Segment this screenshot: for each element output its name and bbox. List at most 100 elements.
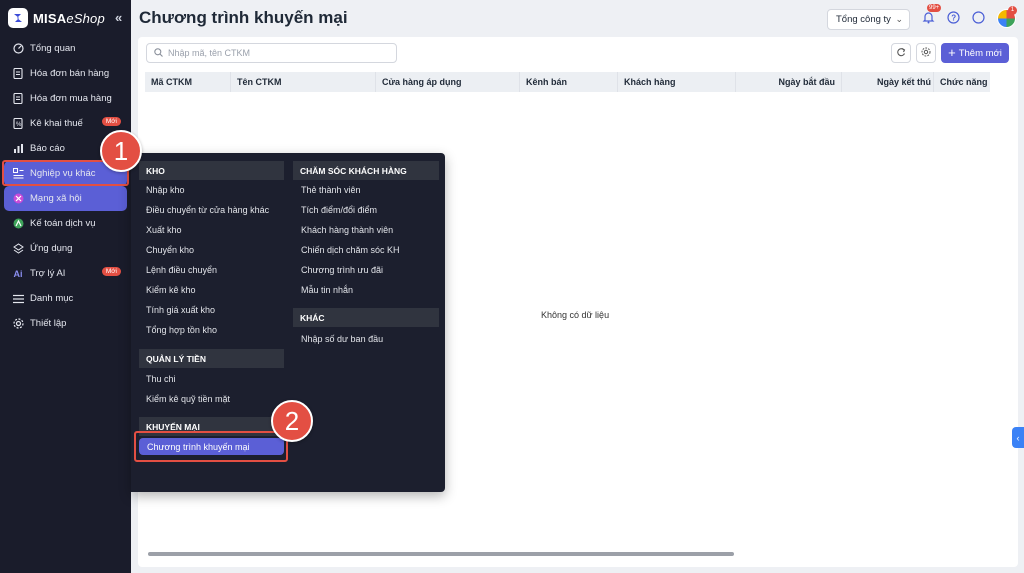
- sidebar-item-label: Trợ lý AI: [30, 268, 66, 279]
- horizontal-scrollbar[interactable]: [148, 552, 734, 556]
- help-icon[interactable]: ?: [946, 10, 960, 24]
- misa-logo-icon: [8, 8, 28, 28]
- sidebar-item-hoa-don-mua-hang[interactable]: Hóa đơn mua hàng: [4, 86, 127, 111]
- svg-text:%: %: [16, 122, 22, 128]
- menu-item-thu-chi[interactable]: Thu chi: [146, 370, 176, 388]
- sidebar-item-ke-khai-thue[interactable]: % Kê khai thuế Mới: [4, 111, 127, 136]
- apps-icon: [12, 243, 24, 255]
- menu-item-nhap-so-du[interactable]: Nhập số dư ban đầu: [301, 330, 383, 348]
- logo-brand: MISA: [33, 10, 67, 26]
- accounting-icon: [12, 218, 24, 230]
- sidebar-item-label: Ứng dụng: [30, 243, 73, 254]
- settings-icon: [12, 318, 24, 330]
- column-header[interactable]: Khách hàng: [618, 72, 736, 92]
- search-box[interactable]: [146, 43, 397, 63]
- app-logo[interactable]: MISAeShop: [8, 8, 105, 28]
- menu-item-chuong-trinh-uu-dai[interactable]: Chương trình ưu đãi: [301, 261, 383, 279]
- column-header[interactable]: Ngày bắt đầu: [736, 72, 842, 92]
- sidebar-nav: Tổng quan Hóa đơn bán hàng Hóa đơn mua h…: [4, 36, 127, 336]
- menu-item-kiem-ke-kho[interactable]: Kiểm kê kho: [146, 281, 196, 299]
- menu-item-mau-tin-nhan[interactable]: Mẫu tin nhắn: [301, 281, 353, 299]
- step-1-callout: 1: [100, 130, 142, 172]
- chevron-down-icon: ⌄: [895, 14, 903, 24]
- sidebar-item-label: Tổng quan: [30, 43, 76, 54]
- step-2-callout: 2: [271, 400, 313, 442]
- sidebar-item-ung-dung[interactable]: Ứng dụng: [4, 236, 127, 261]
- collapse-sidebar-icon[interactable]: «: [115, 10, 122, 25]
- topbar: Chương trình khuyến mại Tổng công ty ⌄ 9…: [131, 0, 1024, 36]
- menu-item-dieu-chuyen[interactable]: Điều chuyển từ cửa hàng khác: [146, 201, 269, 219]
- menu-item-the-thanh-vien[interactable]: Thẻ thành viên: [301, 181, 361, 199]
- menu-item-khach-hang-thanh-vien[interactable]: Khách hàng thành viên: [301, 221, 393, 239]
- company-select[interactable]: Tổng công ty ⌄: [827, 9, 910, 30]
- sidebar-item-label: Hóa đơn bán hàng: [30, 68, 110, 79]
- menu-item-tich-diem[interactable]: Tích điểm/đổi điểm: [301, 201, 377, 219]
- sidebar-item-label: Hóa đơn mua hàng: [30, 93, 112, 104]
- menu-item-lenh-dieu-chuyen[interactable]: Lệnh điều chuyển: [146, 261, 217, 279]
- menu-item-nhap-kho[interactable]: Nhập kho: [146, 181, 185, 199]
- new-badge: Mới: [101, 117, 121, 126]
- sidebar-item-hoa-don-ban-hang[interactable]: Hóa đơn bán hàng: [4, 61, 127, 86]
- company-select-value: Tổng công ty: [836, 14, 891, 25]
- sidebar-item-label: Thiết lập: [30, 318, 67, 329]
- purchase-invoice-icon: [12, 93, 24, 105]
- search-input[interactable]: [168, 48, 388, 58]
- sidebar-item-mang-xa-hoi[interactable]: Mạng xã hội: [4, 186, 127, 211]
- sidebar-item-danh-muc[interactable]: Danh mục: [4, 286, 127, 311]
- notification-count-badge: 99+: [927, 4, 942, 12]
- dashboard-icon: [12, 43, 24, 55]
- menu-item-tong-hop-ton-kho[interactable]: Tổng hợp tồn kho: [146, 321, 217, 339]
- menu-section-quan-ly-tien: QUẢN LÝ TIỀN: [139, 349, 284, 368]
- plus-icon: +: [948, 45, 956, 60]
- menu-item-chuyen-kho[interactable]: Chuyển kho: [146, 241, 194, 259]
- svg-text:?: ?: [951, 13, 956, 22]
- sidebar-item-label: Mạng xã hội: [30, 193, 82, 204]
- invoice-icon: [12, 68, 24, 80]
- sidebar-item-ke-toan-dich-vu[interactable]: Kế toán dịch vụ: [4, 211, 127, 236]
- menu-section-khac: KHÁC: [293, 308, 439, 327]
- sidebar-item-label: Kế toán dịch vụ: [30, 218, 96, 229]
- sidebar-item-tong-quan[interactable]: Tổng quan: [4, 36, 127, 61]
- column-header[interactable]: Cửa hàng áp dụng: [376, 72, 520, 92]
- page-title: Chương trình khuyến mại: [139, 8, 348, 27]
- empty-state-text: Không có dữ liệu: [541, 310, 610, 320]
- sidebar-item-tro-ly-ai[interactable]: Ai Trợ lý AI Mới: [4, 261, 127, 286]
- menu-item-kiem-ke-quy[interactable]: Kiểm kê quỹ tiền mặt: [146, 390, 230, 408]
- refresh-icon: [896, 44, 906, 62]
- ai-icon: Ai: [13, 268, 23, 279]
- column-header[interactable]: Kênh bán: [520, 72, 618, 92]
- add-new-button[interactable]: + Thêm mới: [941, 43, 1009, 63]
- menu-item-xuat-kho[interactable]: Xuất kho: [146, 221, 182, 239]
- search-icon: [154, 44, 163, 62]
- table-header: Mã CTKM Tên CTKM Cửa hàng áp dụng Kênh b…: [145, 72, 990, 92]
- settings-button[interactable]: [916, 43, 936, 63]
- menu-item-tinh-gia-xuat-kho[interactable]: Tính giá xuất kho: [146, 301, 215, 319]
- sidebar-item-thiet-lap[interactable]: Thiết lập: [4, 311, 127, 336]
- column-header[interactable]: Chức năng: [934, 72, 990, 92]
- column-header[interactable]: Mã CTKM: [145, 72, 231, 92]
- sidebar: MISAeShop « Tổng quan Hóa đơn bán hàng H…: [0, 0, 131, 573]
- menu-section-kho: KHO: [139, 161, 284, 180]
- column-header[interactable]: Tên CTKM: [231, 72, 376, 92]
- menu-section-cham-soc-khach-hang: CHĂM SÓC KHÁCH HÀNG: [293, 161, 439, 180]
- gear-icon: [921, 44, 931, 62]
- add-new-label: Thêm mới: [958, 47, 1002, 59]
- list-icon: [12, 293, 24, 305]
- sidebar-item-label: Kê khai thuế: [30, 118, 83, 129]
- new-badge: Mới: [101, 267, 121, 276]
- social-icon: [12, 193, 24, 205]
- sidebar-item-label: Danh mục: [30, 293, 74, 304]
- bell-icon[interactable]: [921, 10, 935, 24]
- sidebar-item-label: Báo cáo: [30, 143, 65, 154]
- refresh-button[interactable]: [891, 43, 911, 63]
- circle-status-icon[interactable]: [971, 10, 985, 24]
- menu-item-chien-dich-cham-soc[interactable]: Chiến dịch chăm sóc KH: [301, 241, 400, 259]
- avatar-badge: 1: [1008, 6, 1017, 15]
- column-header[interactable]: Ngày kết thú: [842, 72, 934, 92]
- report-icon: [12, 143, 24, 155]
- chevron-left-icon: ‹: [1016, 432, 1020, 443]
- expand-side-panel-tab[interactable]: ‹: [1012, 427, 1024, 448]
- logo-product: eShop: [66, 10, 105, 26]
- tax-icon: %: [12, 118, 24, 130]
- highlight-box-step-2: [134, 431, 288, 462]
